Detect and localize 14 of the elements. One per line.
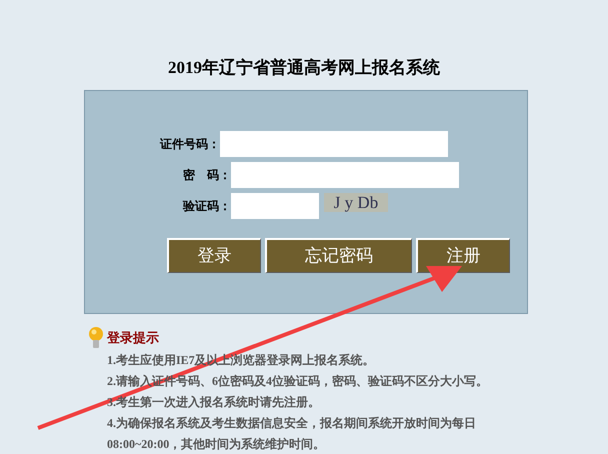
- forgot-password-button[interactable]: 忘记密码: [265, 238, 412, 273]
- id-number-field[interactable]: [220, 131, 448, 157]
- password-field[interactable]: [231, 162, 459, 188]
- tips-title: 登录提示: [107, 329, 159, 348]
- field-label: 验证码：: [182, 198, 231, 215]
- page-title: 2019年辽宁省普通高考网上报名系统: [168, 57, 440, 79]
- register-button[interactable]: 注册: [416, 238, 510, 273]
- lightbulb-icon: [88, 326, 104, 350]
- field-label: 证件号码：: [158, 136, 220, 153]
- captcha-image: J y Db: [324, 193, 388, 212]
- login-button[interactable]: 登录: [167, 238, 261, 273]
- tip-text: 4.为确保报名系统及考生数据信息安全，报名期间系统开放时间为每日08:00~20:00，其他时间为系统维护时间。: [107, 415, 477, 453]
- captcha-field[interactable]: [231, 193, 319, 219]
- field-label: 密 码：: [182, 167, 231, 184]
